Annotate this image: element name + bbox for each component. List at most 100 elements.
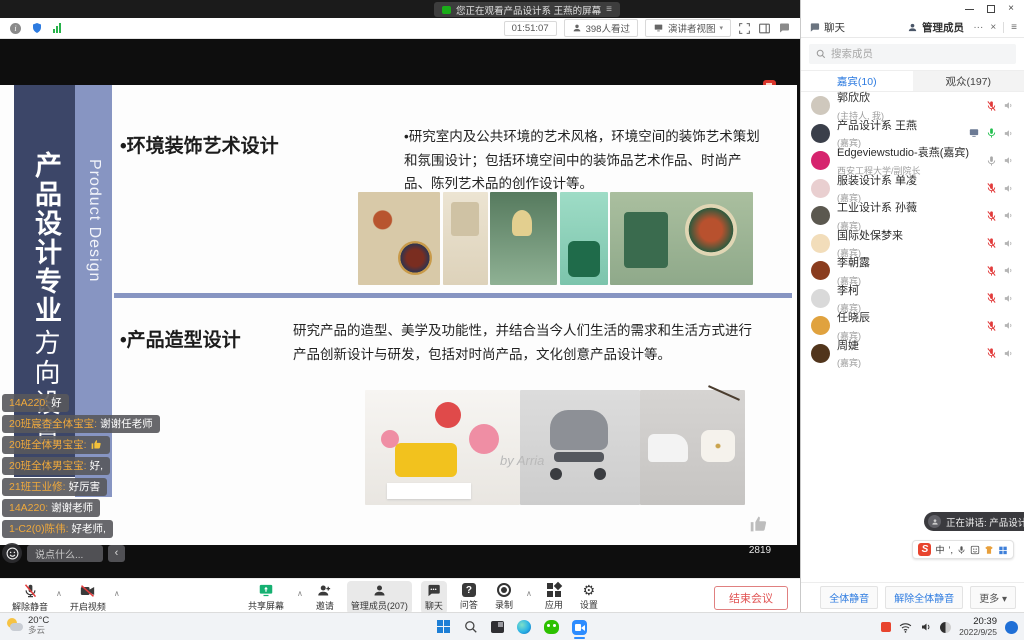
chat-button[interactable]: 聊天: [421, 581, 447, 614]
fullscreen-icon[interactable]: [738, 22, 751, 35]
wifi-icon[interactable]: [899, 622, 912, 633]
member-row[interactable]: 李柯(嘉宾): [801, 285, 1024, 313]
invite-button[interactable]: 邀请: [312, 581, 338, 614]
ime-skin-icon[interactable]: [984, 545, 994, 555]
taskbar-clock[interactable]: 20:39 2022/9/25: [959, 617, 997, 638]
emoji-button[interactable]: [2, 543, 22, 563]
chat-input[interactable]: 说点什么...: [27, 545, 103, 562]
tray-sogou-icon[interactable]: [881, 622, 891, 632]
speaker-icon[interactable]: [1003, 348, 1014, 359]
mic-muted-icon[interactable]: [986, 320, 997, 332]
mic-on-icon[interactable]: [986, 127, 997, 139]
speaker-avatar: [928, 515, 941, 528]
mute-all-button[interactable]: 全体静音: [820, 586, 878, 609]
panel-more-icon[interactable]: ···: [973, 22, 983, 33]
sogou-logo-icon[interactable]: S: [918, 543, 931, 556]
panel-footer: 全体静音 解除全体静音 更多 ▾: [801, 582, 1024, 612]
chat-bubble-icon[interactable]: [778, 22, 790, 34]
viewer-count[interactable]: 398人看过: [564, 19, 638, 37]
apps-button[interactable]: 应用: [541, 581, 567, 613]
speaker-icon[interactable]: [1003, 320, 1014, 331]
ime-punct-toggle[interactable]: ’,: [949, 545, 954, 555]
mic-muted-icon[interactable]: [986, 347, 997, 359]
close-button[interactable]: ×: [1008, 4, 1014, 14]
member-search[interactable]: [809, 44, 1016, 64]
view-mode-select[interactable]: 演讲者视图 ▾: [645, 19, 731, 37]
record-options-chevron[interactable]: ∧: [526, 589, 532, 598]
qa-button[interactable]: ? 问答: [456, 581, 482, 613]
taskbar-app-icon[interactable]: [491, 621, 504, 633]
mic-options-chevron[interactable]: ∧: [56, 589, 62, 598]
unmute-all-button[interactable]: 解除全体静音: [885, 586, 963, 609]
tab-chat[interactable]: 聊天: [801, 20, 853, 35]
start-button[interactable]: [437, 620, 451, 634]
watch-banner[interactable]: 您正在观看产品设计系 王燕的屏幕 ≡: [434, 2, 620, 17]
volume-icon[interactable]: [920, 621, 932, 633]
thumbs-up-emoji: [90, 438, 103, 451]
meeting-app-icon[interactable]: [572, 620, 587, 635]
minimize-button[interactable]: [965, 9, 974, 10]
member-row[interactable]: 周婕(嘉宾): [801, 340, 1024, 368]
separator: [1003, 22, 1004, 33]
ime-toolbox-icon[interactable]: [998, 545, 1008, 555]
record-button[interactable]: 录制: [491, 581, 517, 613]
screen-share-status-icon: [442, 6, 451, 14]
tab-audience[interactable]: 观众(197): [913, 71, 1024, 91]
avatar: [811, 261, 830, 280]
mic-muted-icon[interactable]: [986, 265, 997, 277]
end-meeting-button[interactable]: 结束会议: [714, 586, 788, 610]
speaker-icon[interactable]: [1003, 155, 1014, 166]
mic-muted-icon[interactable]: [986, 182, 997, 194]
taskbar-search-icon[interactable]: [464, 620, 478, 634]
share-screen-icon: [258, 583, 274, 598]
mic-muted-icon[interactable]: [986, 237, 997, 249]
start-video-button[interactable]: 开启视频: [66, 581, 110, 615]
settings-button[interactable]: ⚙ 设置: [576, 581, 602, 613]
member-row[interactable]: 国际处保梦来(嘉宾): [801, 230, 1024, 258]
panel-menu-icon[interactable]: ≡: [1011, 22, 1017, 33]
speaker-icon[interactable]: [1003, 238, 1014, 249]
speaker-icon[interactable]: [1003, 210, 1014, 221]
collapse-chat-icon[interactable]: ‹: [108, 545, 125, 562]
like-button[interactable]: [748, 513, 770, 535]
layout-icon[interactable]: [758, 22, 771, 35]
panel-close-tab-icon[interactable]: ×: [990, 22, 996, 33]
battery-icon[interactable]: [940, 622, 951, 633]
member-name: 任晓辰: [837, 312, 870, 324]
mic-off-icon[interactable]: [986, 155, 997, 167]
video-options-chevron[interactable]: ∧: [114, 589, 120, 598]
member-row[interactable]: 工业设计系 孙薇(嘉宾): [801, 202, 1024, 230]
edge-browser-icon[interactable]: [517, 620, 531, 634]
speaker-icon[interactable]: [1003, 265, 1014, 276]
network-signal-icon[interactable]: [53, 23, 61, 33]
ime-mic-icon[interactable]: [957, 545, 966, 555]
share-screen-button[interactable]: 共享屏幕: [244, 581, 288, 614]
manage-members-button[interactable]: 管理成员(207): [347, 581, 412, 614]
more-button[interactable]: 更多 ▾: [970, 586, 1016, 609]
meeting-toolbar: i 01:51:07 398人看过 演讲者视图 ▾: [0, 18, 800, 39]
mic-muted-icon[interactable]: [986, 292, 997, 304]
ime-lang-toggle[interactable]: 中: [935, 543, 944, 556]
mic-muted-icon[interactable]: [986, 210, 997, 222]
taskbar-weather[interactable]: 20°C 多云: [6, 615, 49, 636]
speaker-icon[interactable]: [1003, 100, 1014, 111]
speaker-icon[interactable]: [1003, 293, 1014, 304]
member-row[interactable]: 任晓辰(嘉宾): [801, 312, 1024, 340]
unmute-button[interactable]: 解除静音: [8, 581, 52, 615]
notification-badge[interactable]: [1005, 621, 1018, 634]
banner-menu-icon[interactable]: ≡: [606, 4, 612, 15]
search-input[interactable]: [831, 48, 1001, 60]
info-icon[interactable]: i: [10, 23, 21, 34]
wechat-icon[interactable]: [544, 620, 559, 634]
ime-toolbar[interactable]: S 中 ’,: [912, 540, 1014, 559]
speaker-icon[interactable]: [1003, 183, 1014, 194]
speaker-icon[interactable]: [1003, 128, 1014, 139]
shield-icon[interactable]: [31, 22, 43, 34]
share-options-chevron[interactable]: ∧: [297, 589, 303, 598]
member-row[interactable]: 李朝露(嘉宾): [801, 257, 1024, 285]
ime-emoji-icon[interactable]: [970, 545, 980, 555]
watch-banner-text: 您正在观看产品设计系 王燕的屏幕: [456, 3, 601, 17]
mic-muted-icon[interactable]: [986, 100, 997, 112]
maximize-button[interactable]: [987, 5, 995, 13]
tab-members[interactable]: 管理成员: [899, 20, 972, 35]
